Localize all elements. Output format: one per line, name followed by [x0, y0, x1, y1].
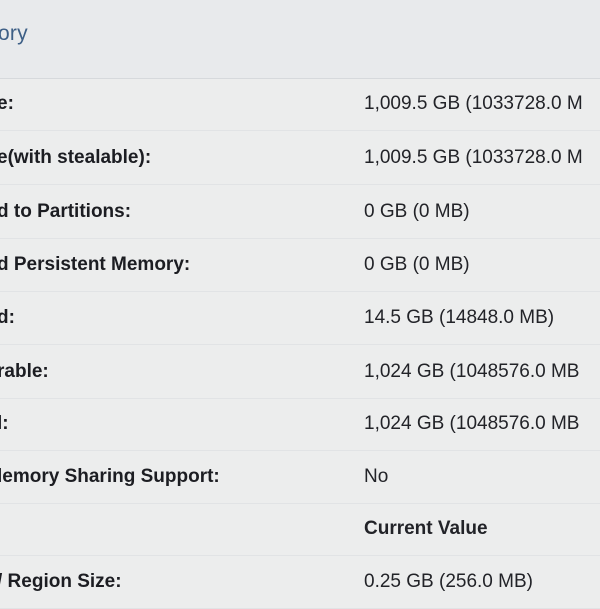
table-row: e(with stealable): 1,009.5 GB (1033728.0… — [0, 132, 600, 185]
table-row: d: 14.5 GB (14848.0 MB) — [0, 292, 600, 345]
row-label: d to Partitions: — [0, 201, 132, 222]
row-value: 0 GB (0 MB) — [364, 254, 470, 275]
row-label: d Persistent Memory: — [0, 254, 191, 275]
table-row: / Region Size: 0.25 GB (256.0 MB) — [0, 556, 600, 609]
row-value: 1,024 GB (1048576.0 MB — [364, 413, 580, 434]
row-label: l: — [0, 413, 9, 434]
row-label: lemory Sharing Support: — [0, 466, 220, 487]
row-value: 1,009.5 GB (1033728.0 M — [364, 93, 583, 114]
table-row: d to Partitions: 0 GB (0 MB) — [0, 186, 600, 239]
row-value: 14.5 GB (14848.0 MB) — [364, 307, 555, 328]
table-row: e: 1,009.5 GB (1033728.0 M — [0, 78, 600, 131]
row-label: e: — [0, 93, 14, 114]
row-label: rable: — [0, 361, 49, 382]
panel-header: ory — [0, 0, 600, 79]
section-title: ory — [0, 22, 28, 45]
row-value: 0 GB (0 MB) — [364, 201, 470, 222]
table-row: d Persistent Memory: 0 GB (0 MB) — [0, 239, 600, 292]
table-header-row: Current Value — [0, 503, 600, 556]
table-row: rable: 1,024 GB (1048576.0 MB — [0, 346, 600, 399]
table-row: lemory Sharing Support: No — [0, 451, 600, 504]
row-value: 1,024 GB (1048576.0 MB — [364, 361, 580, 382]
row-label: d: — [0, 307, 15, 328]
table-row: l: 1,024 GB (1048576.0 MB — [0, 398, 600, 451]
column-header-current-value: Current Value — [364, 518, 488, 539]
row-label: / Region Size: — [0, 571, 122, 592]
row-label: e(with stealable): — [0, 147, 152, 168]
row-value: 0.25 GB (256.0 MB) — [364, 571, 533, 592]
row-value: 1,009.5 GB (1033728.0 M — [364, 147, 583, 168]
row-value: No — [364, 466, 389, 487]
